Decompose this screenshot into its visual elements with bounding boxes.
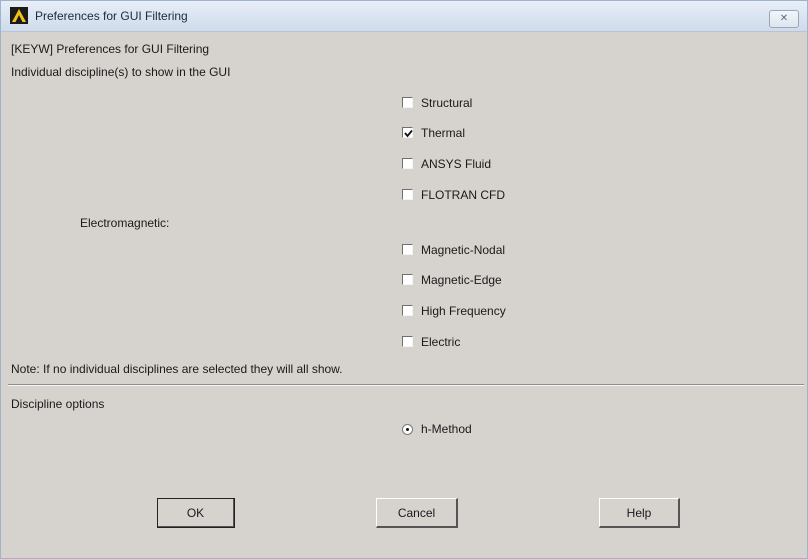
checkbox-label: ANSYS Fluid xyxy=(421,157,492,171)
ok-button[interactable]: OK xyxy=(157,498,235,528)
cancel-button[interactable]: Cancel xyxy=(376,498,458,528)
radio-label-h-method: h-Method xyxy=(421,422,472,436)
checkbox-box[interactable] xyxy=(402,127,413,138)
checkbox-box[interactable] xyxy=(402,158,413,169)
close-button[interactable]: ✕ xyxy=(769,10,799,28)
checkbox-label: Thermal xyxy=(421,126,466,140)
checkbox-box[interactable] xyxy=(402,244,413,255)
preferences-dialog: Preferences for GUI Filtering ✕ [KEYW] P… xyxy=(0,0,808,559)
section-label: Individual discipline(s) to show in the … xyxy=(11,65,231,79)
checkbox-label: Magnetic-Edge xyxy=(421,273,502,287)
window-title: Preferences for GUI Filtering xyxy=(35,9,188,23)
checkbox-box[interactable] xyxy=(402,305,413,316)
checkbox-box[interactable] xyxy=(402,336,413,347)
title-bar[interactable]: Preferences for GUI Filtering ✕ xyxy=(1,1,807,32)
ansys-logo-icon xyxy=(10,7,28,24)
checkbox-label: Structural xyxy=(421,96,473,110)
checkbox-label: Electric xyxy=(421,335,461,349)
checkbox-box[interactable] xyxy=(402,189,413,200)
checkbox-box[interactable] xyxy=(402,274,413,285)
note-text: Note: If no individual disciplines are s… xyxy=(11,362,343,376)
radio-selected-dot xyxy=(406,428,409,431)
dialog-heading: [KEYW] Preferences for GUI Filtering xyxy=(11,42,210,56)
checkmark-icon xyxy=(404,129,413,138)
checkbox-label: High Frequency xyxy=(421,304,506,318)
section-divider xyxy=(8,384,804,386)
help-button[interactable]: Help xyxy=(599,498,680,528)
checkbox-box[interactable] xyxy=(402,97,413,108)
radio-h-method[interactable] xyxy=(402,424,413,435)
discipline-options-label: Discipline options xyxy=(11,397,105,411)
checkbox-label: Magnetic-Nodal xyxy=(421,243,506,257)
electromagnetic-label: Electromagnetic: xyxy=(80,216,170,230)
checkbox-label: FLOTRAN CFD xyxy=(421,188,505,202)
